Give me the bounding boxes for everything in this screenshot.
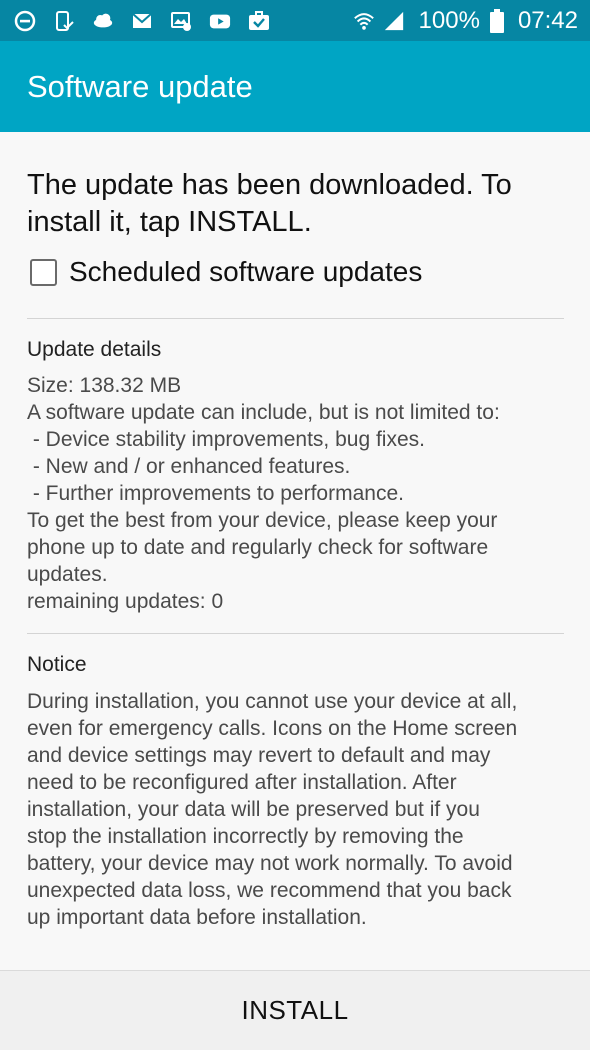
cloud-icon xyxy=(92,10,114,32)
divider xyxy=(27,633,564,634)
notice-line: need to be reconfigured after installati… xyxy=(27,771,457,794)
update-size: Size: 138.32 MB xyxy=(27,374,182,397)
install-button[interactable]: INSTALL xyxy=(0,970,590,1050)
install-button-label[interactable]: INSTALL xyxy=(241,995,348,1026)
scheduled-updates-option[interactable]: Scheduled software updates xyxy=(27,252,564,292)
gmail-icon xyxy=(131,10,153,32)
notice-line: stop the installation incorrectly by rem… xyxy=(27,825,464,848)
notification-icons xyxy=(14,10,270,32)
notice-line: unexpected data loss, we recommend that … xyxy=(27,879,512,902)
update-details-title: Update details xyxy=(27,338,162,361)
briefcase-check-icon xyxy=(248,10,270,32)
youtube-icon xyxy=(209,10,231,32)
do-not-disturb-icon xyxy=(14,10,36,32)
details-line: To get the best from your device, please… xyxy=(27,509,498,532)
update-details-text: Size: 138.32 MB A software update can in… xyxy=(27,372,564,615)
details-line: - Further improvements to performance. xyxy=(27,482,404,505)
notice-line: and device settings may revert to defaul… xyxy=(27,744,491,767)
main-content[interactable]: The update has been downloaded. To insta… xyxy=(27,132,564,931)
page-title: Software update xyxy=(27,68,253,104)
notice-line: installation, your data will be preserve… xyxy=(27,798,480,821)
details-line: updates. xyxy=(27,563,108,586)
notice-title: Notice xyxy=(27,653,87,676)
phone-check-icon xyxy=(53,10,75,32)
scheduled-updates-label[interactable]: Scheduled software updates xyxy=(69,256,422,288)
notice-line: up important data before installation. xyxy=(27,906,367,929)
details-line: - Device stability improvements, bug fix… xyxy=(27,428,425,451)
details-line: - New and / or enhanced features. xyxy=(27,455,351,478)
status-bar: 100% 07:42 xyxy=(0,0,590,41)
download-status-message: The update has been downloaded. To insta… xyxy=(27,169,512,238)
status-indicators: 100% 07:42 xyxy=(353,7,578,35)
signal-icon xyxy=(383,10,405,32)
scheduled-updates-checkbox[interactable] xyxy=(30,258,57,286)
notice-line: battery, your device may not work normal… xyxy=(27,852,513,875)
battery-icon xyxy=(486,8,508,33)
battery-percentage: 100% xyxy=(418,6,480,34)
notice-line: even for emergency calls. Icons on the H… xyxy=(27,717,518,740)
app-bar: Software update xyxy=(0,41,590,132)
wifi-icon xyxy=(353,10,375,32)
details-line: A software update can include, but is no… xyxy=(27,401,500,424)
picture-message-icon xyxy=(170,10,192,32)
divider xyxy=(27,318,564,319)
notice-line: During installation, you cannot use your… xyxy=(27,690,518,713)
clock: 07:42 xyxy=(517,6,578,34)
notice-text: During installation, you cannot use your… xyxy=(27,688,564,931)
remaining-updates: remaining updates: 0 xyxy=(27,590,224,613)
details-line: phone up to date and regularly check for… xyxy=(27,536,489,559)
